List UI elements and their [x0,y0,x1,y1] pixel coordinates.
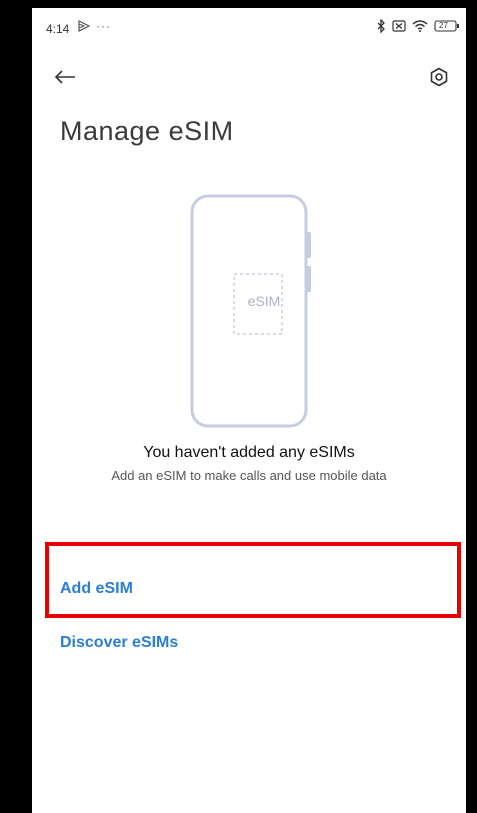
discover-esims-button[interactable]: Discover eSIMs [60,634,178,652]
cast-icon [77,20,91,35]
battery-icon: 27 [434,20,460,32]
device-frame: 4:14 ··· 27 Manage eSIM eSIM You haven't… [0,0,477,813]
settings-button[interactable] [424,64,454,94]
esim-chip-label: eSIM [247,293,281,309]
page-title: Manage eSIM [60,116,234,146]
settings-icon [429,67,449,92]
add-esim-button[interactable]: Add eSIM [60,580,133,598]
bluetooth-icon [376,19,386,33]
screen: 4:14 ··· 27 Manage eSIM eSIM You haven't… [32,8,466,813]
battery-level: 27 [439,21,448,30]
sim-off-icon [392,20,406,32]
phone-illustration: eSIM [172,194,332,430]
wifi-icon [412,20,428,32]
status-bar: 4:14 ··· 27 [32,8,466,48]
status-icons: 27 [376,19,460,33]
back-button[interactable] [50,64,80,94]
status-time: 4:14 [46,22,70,36]
empty-state-title: You haven't added any eSIMs [143,444,355,461]
more-notifications-icon: ··· [96,19,111,33]
back-arrow-icon [54,69,76,90]
empty-state-subtitle: Add an eSIM to make calls and use mobile… [111,468,387,483]
